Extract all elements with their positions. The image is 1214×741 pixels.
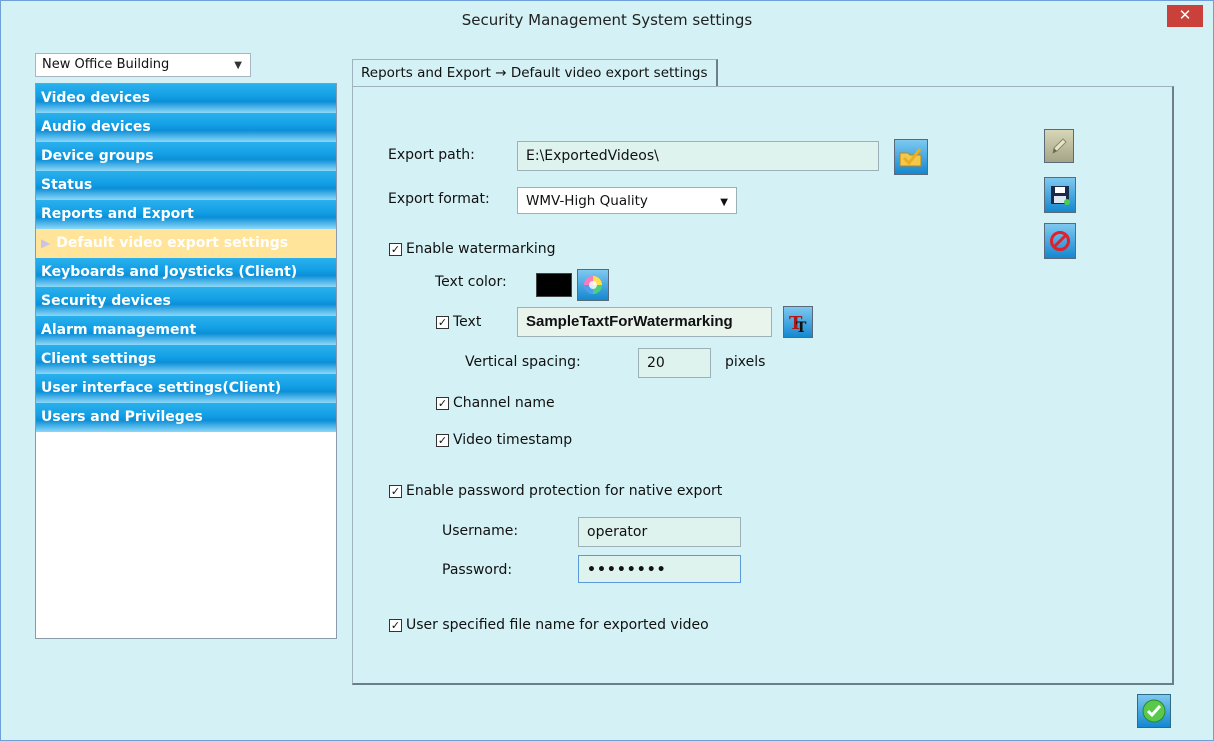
font-button[interactable]: T T [783,306,813,338]
vertical-spacing-unit: pixels [725,354,766,370]
text-checkbox[interactable]: ✓ Text [436,314,481,330]
nav-item-label: Default video export settings [56,235,289,251]
vertical-spacing-input[interactable]: 20 [638,348,711,378]
checkbox-checked-icon: ✓ [436,396,449,410]
nav-item-default-video-export-settings[interactable]: ▶ Default video export settings [36,229,336,258]
tab-default-video-export-settings[interactable]: Reports and Export → Default video expor… [352,59,718,86]
nav-item-label: Audio devices [41,119,151,135]
nav-item-users-and-privileges[interactable]: Users and Privileges [36,403,336,432]
export-format-select[interactable]: WMV-High Quality ▼ [517,187,737,214]
channel-name-checkbox[interactable]: ✓ Channel name [436,395,555,411]
export-format-value: WMV-High Quality [526,193,648,209]
nav-item-label: Keyboards and Joysticks (Client) [41,264,298,280]
nav-item-alarm-management[interactable]: Alarm management [36,316,336,345]
nav-item-keyboards-and-joysticks[interactable]: Keyboards and Joysticks (Client) [36,258,336,287]
ok-button[interactable] [1137,694,1171,728]
nav-item-label: Status [41,177,93,193]
watermark-text-input[interactable]: SampleTaxtForWatermarking [517,307,772,337]
nav-item-status[interactable]: Status [36,171,336,200]
text-color-label: Text color: [435,274,507,290]
username-label: Username: [442,523,519,539]
font-icon: T T [789,313,807,334]
video-timestamp-checkbox[interactable]: ✓ Video timestamp [436,432,572,448]
text-label: Text [453,314,482,330]
export-path-label: Export path: [388,147,475,163]
checkbox-checked-icon: ✓ [389,618,402,632]
settings-panel [352,86,1174,685]
chevron-down-icon: ▼ [234,60,242,71]
checkbox-checked-icon: ✓ [389,242,402,256]
nav-item-audio-devices[interactable]: Audio devices [36,113,336,142]
nav-item-device-groups[interactable]: Device groups [36,142,336,171]
nav-item-label: User interface settings(Client) [41,380,282,396]
export-path-input[interactable]: E:\ExportedVideos\ [517,141,879,171]
channel-name-label: Channel name [453,395,555,411]
nav-item-user-interface-settings[interactable]: User interface settings(Client) [36,374,336,403]
checkbox-checked-icon: ✓ [436,315,449,329]
password-protection-checkbox[interactable]: ✓ Enable password protection for native … [389,483,722,499]
user-filename-label: User specified file name for exported vi… [406,617,709,633]
settings-nav: Video devices Audio devices Device group… [35,83,337,639]
expand-arrow-icon: ▶ [41,236,51,250]
video-timestamp-label: Video timestamp [453,432,573,448]
vertical-spacing-label: Vertical spacing: [465,354,581,370]
password-label: Password: [442,562,513,578]
nav-item-security-devices[interactable]: Security devices [36,287,336,316]
window-title: Security Management System settings [461,11,753,29]
chevron-down-icon: ▼ [720,197,728,208]
nav-item-label: Device groups [41,148,154,164]
nav-item-label: Security devices [41,293,171,309]
password-input[interactable]: •••••••• [578,555,741,583]
text-color-swatch[interactable] [536,273,572,297]
save-icon [1051,186,1070,205]
edit-button[interactable] [1044,129,1074,163]
close-button[interactable]: ✕ [1167,5,1203,27]
nav-item-video-devices[interactable]: Video devices [36,84,336,113]
nav-item-label: Alarm management [41,322,197,338]
site-dropdown-value: New Office Building [42,57,170,72]
cancel-button[interactable] [1044,223,1076,259]
save-button[interactable] [1044,177,1076,213]
nav-item-label: Video devices [41,90,150,106]
user-filename-checkbox[interactable]: ✓ User specified file name for exported … [389,617,709,633]
nav-item-client-settings[interactable]: Client settings [36,345,336,374]
checkbox-checked-icon: ✓ [389,484,402,498]
nav-item-label: Users and Privileges [41,409,203,425]
nav-item-reports-and-export[interactable]: Reports and Export [36,200,336,229]
checkbox-checked-icon: ✓ [436,433,449,447]
username-input[interactable]: operator [578,517,741,547]
site-dropdown[interactable]: New Office Building ▼ [35,53,251,77]
pencil-icon [1052,138,1067,154]
svg-text:T: T [796,320,807,334]
folder-check-icon [899,148,922,167]
enable-watermarking-checkbox[interactable]: ✓ Enable watermarking [389,241,556,257]
color-wheel-icon [584,276,602,294]
nav-item-label: Reports and Export [41,206,194,222]
password-protection-label: Enable password protection for native ex… [406,483,723,499]
cancel-icon [1050,231,1070,251]
title-bar: Security Management System settings ✕ [1,1,1213,39]
settings-window: Security Management System settings ✕ Ne… [0,0,1214,741]
enable-watermarking-label: Enable watermarking [406,241,556,257]
browse-folder-button[interactable] [894,139,928,175]
nav-item-label: Client settings [41,351,157,367]
export-format-label: Export format: [388,191,490,207]
color-picker-button[interactable] [577,269,609,301]
ok-check-icon [1142,699,1166,723]
